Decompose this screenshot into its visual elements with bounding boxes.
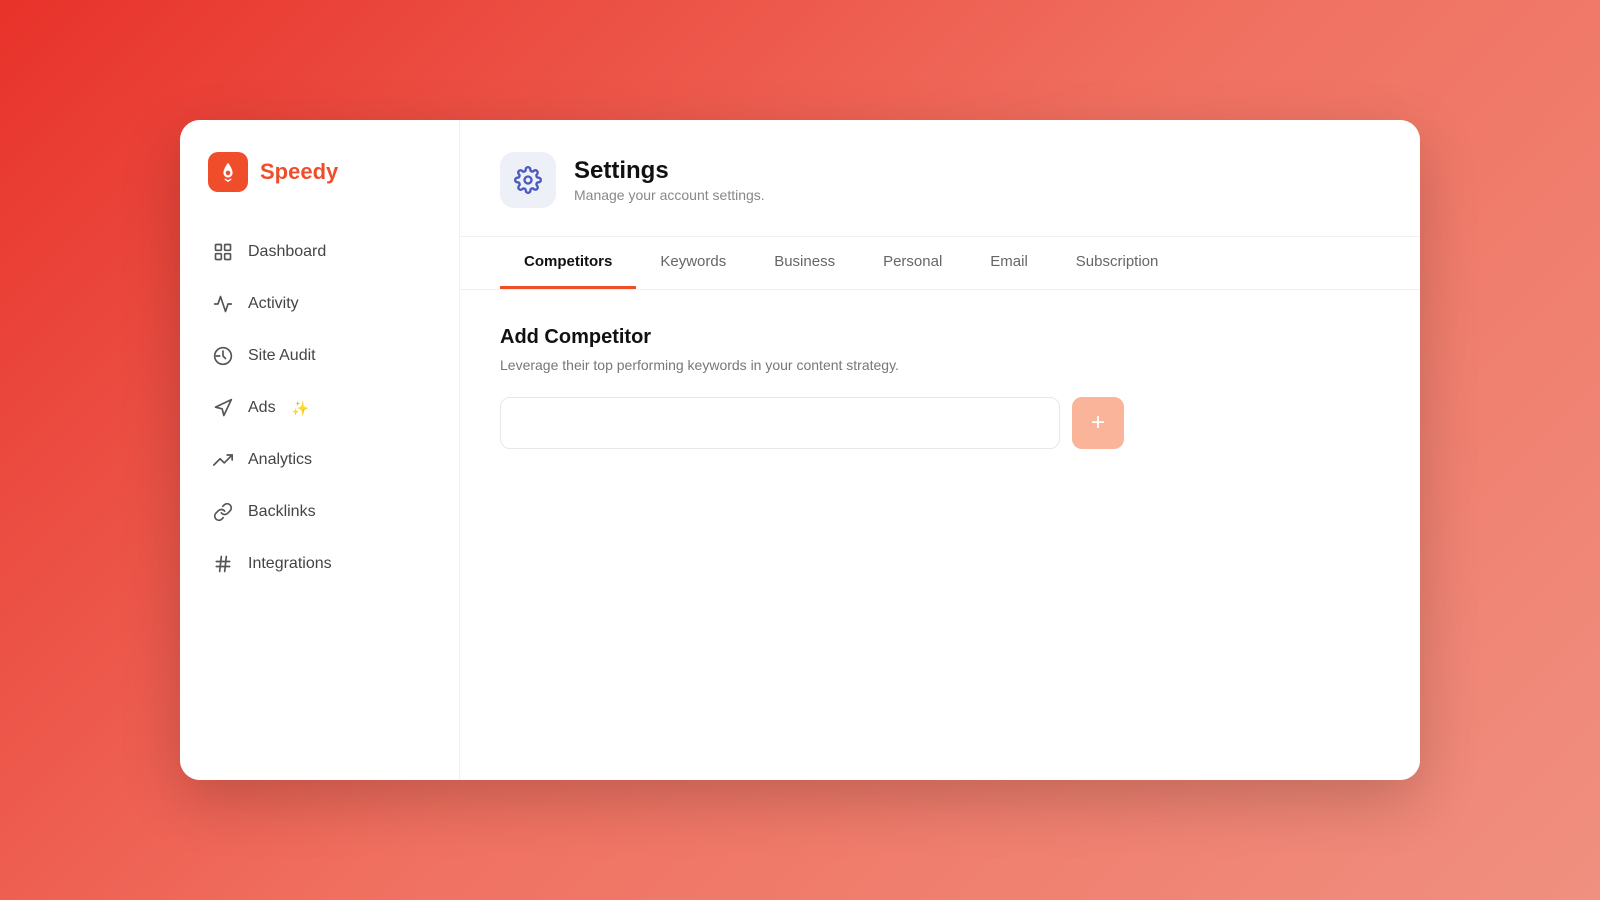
sidebar: Speedy Dashboard xyxy=(180,120,460,780)
sidebar-item-ads[interactable]: Ads ✨ xyxy=(196,384,443,432)
sidebar-item-activity[interactable]: Activity xyxy=(196,280,443,328)
ads-badge: ✨ xyxy=(292,400,309,417)
sidebar-item-label-activity: Activity xyxy=(248,295,299,313)
tab-keywords[interactable]: Keywords xyxy=(636,237,750,289)
content-area: Add Competitor Leverage their top perfor… xyxy=(460,290,1420,780)
tab-email[interactable]: Email xyxy=(966,237,1052,289)
dashboard-icon xyxy=(212,241,234,263)
sidebar-item-label-analytics: Analytics xyxy=(248,451,312,469)
add-competitor-row: + xyxy=(500,397,1380,449)
app-container: Speedy Dashboard xyxy=(180,120,1420,780)
sidebar-item-label-dashboard: Dashboard xyxy=(248,243,326,261)
page-subtitle: Manage your account settings. xyxy=(574,187,765,203)
add-icon: + xyxy=(1091,409,1105,437)
sidebar-item-label-integrations: Integrations xyxy=(248,555,332,573)
sidebar-item-label-backlinks: Backlinks xyxy=(248,503,316,521)
tab-subscription[interactable]: Subscription xyxy=(1052,237,1183,289)
section-desc: Leverage their top performing keywords i… xyxy=(500,357,1380,373)
sidebar-item-label-site-audit: Site Audit xyxy=(248,347,316,365)
sidebar-item-site-audit[interactable]: Site Audit xyxy=(196,332,443,380)
competitor-input[interactable] xyxy=(500,397,1060,449)
add-competitor-button[interactable]: + xyxy=(1072,397,1124,449)
sidebar-item-label-ads: Ads xyxy=(248,399,276,417)
logo-text: Speedy xyxy=(260,159,338,185)
sidebar-item-integrations[interactable]: Integrations xyxy=(196,540,443,588)
page-header: Settings Manage your account settings. xyxy=(460,120,1420,237)
sidebar-item-analytics[interactable]: Analytics xyxy=(196,436,443,484)
tab-personal[interactable]: Personal xyxy=(859,237,966,289)
analytics-icon xyxy=(212,449,234,471)
ads-icon xyxy=(212,397,234,419)
gear-icon xyxy=(514,166,542,194)
logo-icon xyxy=(208,152,248,192)
tab-competitors[interactable]: Competitors xyxy=(500,237,636,289)
sidebar-item-backlinks[interactable]: Backlinks xyxy=(196,488,443,536)
sidebar-item-dashboard[interactable]: Dashboard xyxy=(196,228,443,276)
backlinks-icon xyxy=(212,501,234,523)
page-title: Settings xyxy=(574,157,765,185)
logo-area: Speedy xyxy=(180,152,459,228)
settings-icon-wrap xyxy=(500,152,556,208)
activity-icon xyxy=(212,293,234,315)
site-audit-icon xyxy=(212,345,234,367)
tabs-bar: Competitors Keywords Business Personal E… xyxy=(460,237,1420,290)
section-title: Add Competitor xyxy=(500,326,1380,349)
nav-items: Dashboard Activity xyxy=(180,228,459,588)
tab-business[interactable]: Business xyxy=(750,237,859,289)
integrations-icon xyxy=(212,553,234,575)
main-content: Settings Manage your account settings. C… xyxy=(460,120,1420,780)
header-text: Settings Manage your account settings. xyxy=(574,157,765,203)
